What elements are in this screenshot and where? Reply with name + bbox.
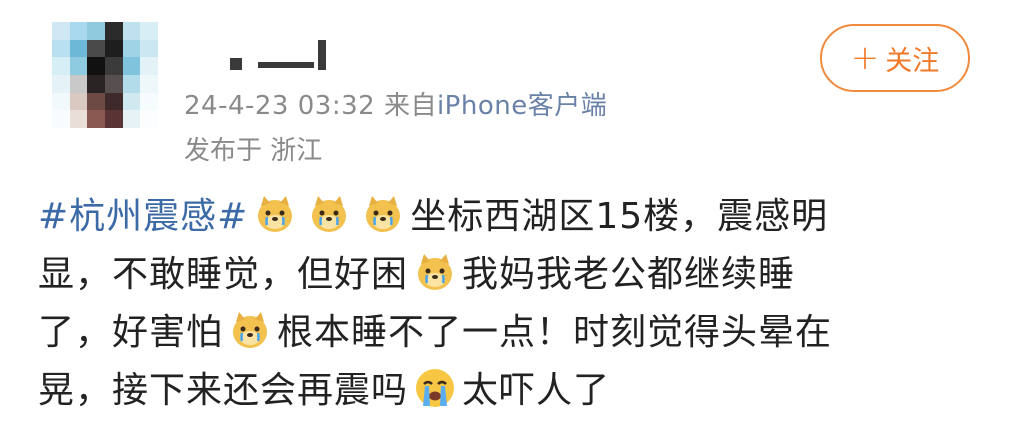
avatar[interactable]: [52, 22, 158, 128]
doge-crying-emoji-icon: [361, 192, 405, 236]
doge-crying-emoji-icon: [253, 192, 297, 236]
content-line: 晃，接下来还会再震吗: [38, 370, 409, 411]
content-line: 我妈我老公都继续睡: [462, 254, 796, 295]
follow-label: 关注: [885, 45, 940, 77]
post-content: #杭州震感# 坐标西湖区15楼，震感明 显，不敢睡觉，但好困 我妈我老公都继续睡 了…: [38, 188, 988, 420]
location: 发布于 浙江: [184, 136, 323, 166]
doge-crying-emoji-icon: [307, 192, 351, 236]
content-line: 坐标西湖区15楼，震感明: [410, 196, 829, 237]
content-line: 显，不敢睡觉，但好困: [38, 254, 409, 295]
timestamp: 24-4-23 03:32: [184, 91, 376, 121]
from-label: 来自: [383, 91, 437, 121]
content-line: 根本睡不了一点！时刻觉得头晕在: [277, 312, 833, 353]
follow-button[interactable]: + 关注: [820, 24, 970, 92]
content-line: 了，好害怕: [38, 312, 224, 353]
content-line: 太吓人了: [462, 370, 611, 411]
post-meta: 24-4-23 03:32 来自iPhone客户端: [184, 85, 607, 122]
doge-crying-emoji-icon: [413, 250, 457, 294]
loudly-crying-emoji-icon: [413, 366, 457, 410]
username-redacted[interactable]: [230, 40, 340, 74]
plus-icon: +: [850, 38, 880, 78]
source-link[interactable]: iPhone客户端: [437, 91, 607, 121]
topic-link[interactable]: #杭州震感#: [38, 196, 248, 237]
weibo-post: 24-4-23 03:32 来自iPhone客户端 发布于 浙江 + 关注 #杭…: [0, 0, 1010, 446]
doge-crying-emoji-icon: [228, 308, 272, 352]
